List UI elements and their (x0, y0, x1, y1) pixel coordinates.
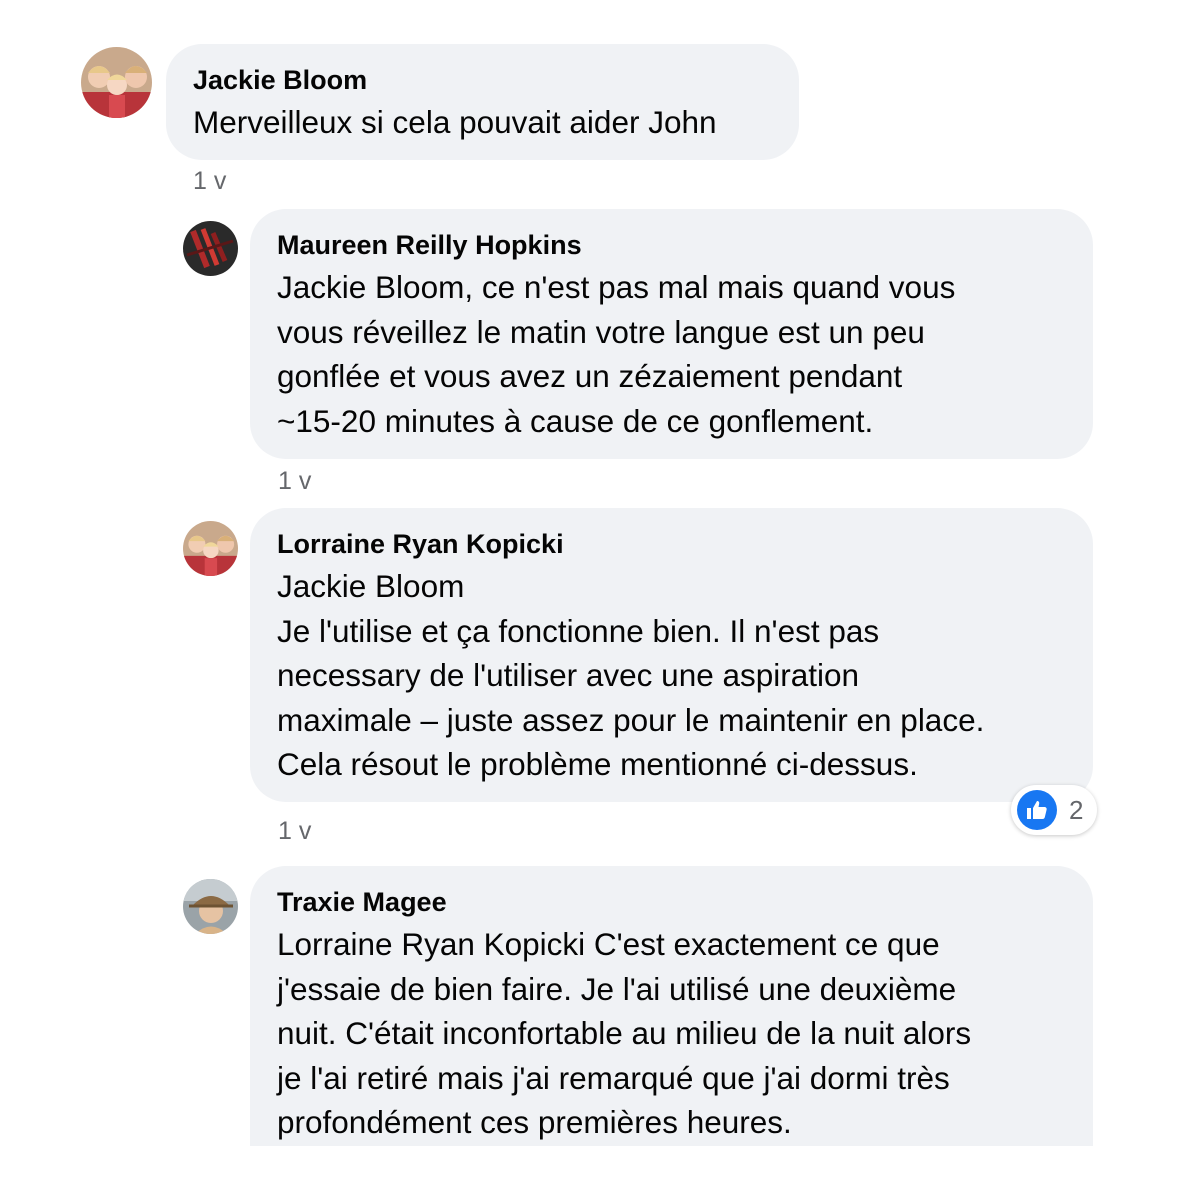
comment-text: Merveilleux si cela pouvait aider John (193, 104, 717, 140)
comment-author[interactable]: Traxie Magee (277, 886, 1066, 918)
comment-text: Jackie Bloom Je l'utilise et ça fonction… (277, 568, 985, 782)
comment-text: Lorraine Ryan Kopicki C'est exactement c… (277, 926, 972, 1140)
reaction-summary[interactable]: 2 (1011, 785, 1098, 835)
abstract-dark-red-icon (183, 221, 238, 276)
avatar[interactable] (183, 521, 238, 576)
comment-author[interactable]: Jackie Bloom (193, 64, 772, 96)
comment-author[interactable]: Lorraine Ryan Kopicki (277, 528, 1066, 560)
comment-text: Jackie Bloom, ce n'est pas mal mais quan… (277, 269, 956, 439)
reaction-count: 2 (1069, 794, 1084, 825)
comment-bubble: Jackie Bloom Merveilleux si cela pouvait… (166, 44, 799, 160)
thumbs-up-icon (1017, 790, 1057, 830)
person-with-hat-icon (183, 879, 238, 934)
avatar[interactable] (183, 879, 238, 934)
comment-bubble: Traxie Magee Lorraine Ryan Kopicki C'est… (250, 866, 1093, 1146)
comment-bubble: Lorraine Ryan Kopicki Jackie Bloom Je l'… (250, 508, 1093, 802)
comment-author[interactable]: Maureen Reilly Hopkins (277, 229, 1066, 261)
comment-timestamp[interactable]: 1 v (278, 466, 311, 496)
comment-timestamp[interactable]: 1 v (278, 816, 311, 846)
comment-timestamp[interactable]: 1 v (193, 166, 226, 196)
comment-thread: Jackie Bloom Merveilleux si cela pouvait… (0, 0, 1200, 1200)
family-photo-icon (81, 47, 152, 118)
comment-bubble: Maureen Reilly Hopkins Jackie Bloom, ce … (250, 209, 1093, 459)
avatar[interactable] (81, 47, 152, 118)
avatar[interactable] (183, 221, 238, 276)
family-photo-icon (183, 521, 238, 576)
